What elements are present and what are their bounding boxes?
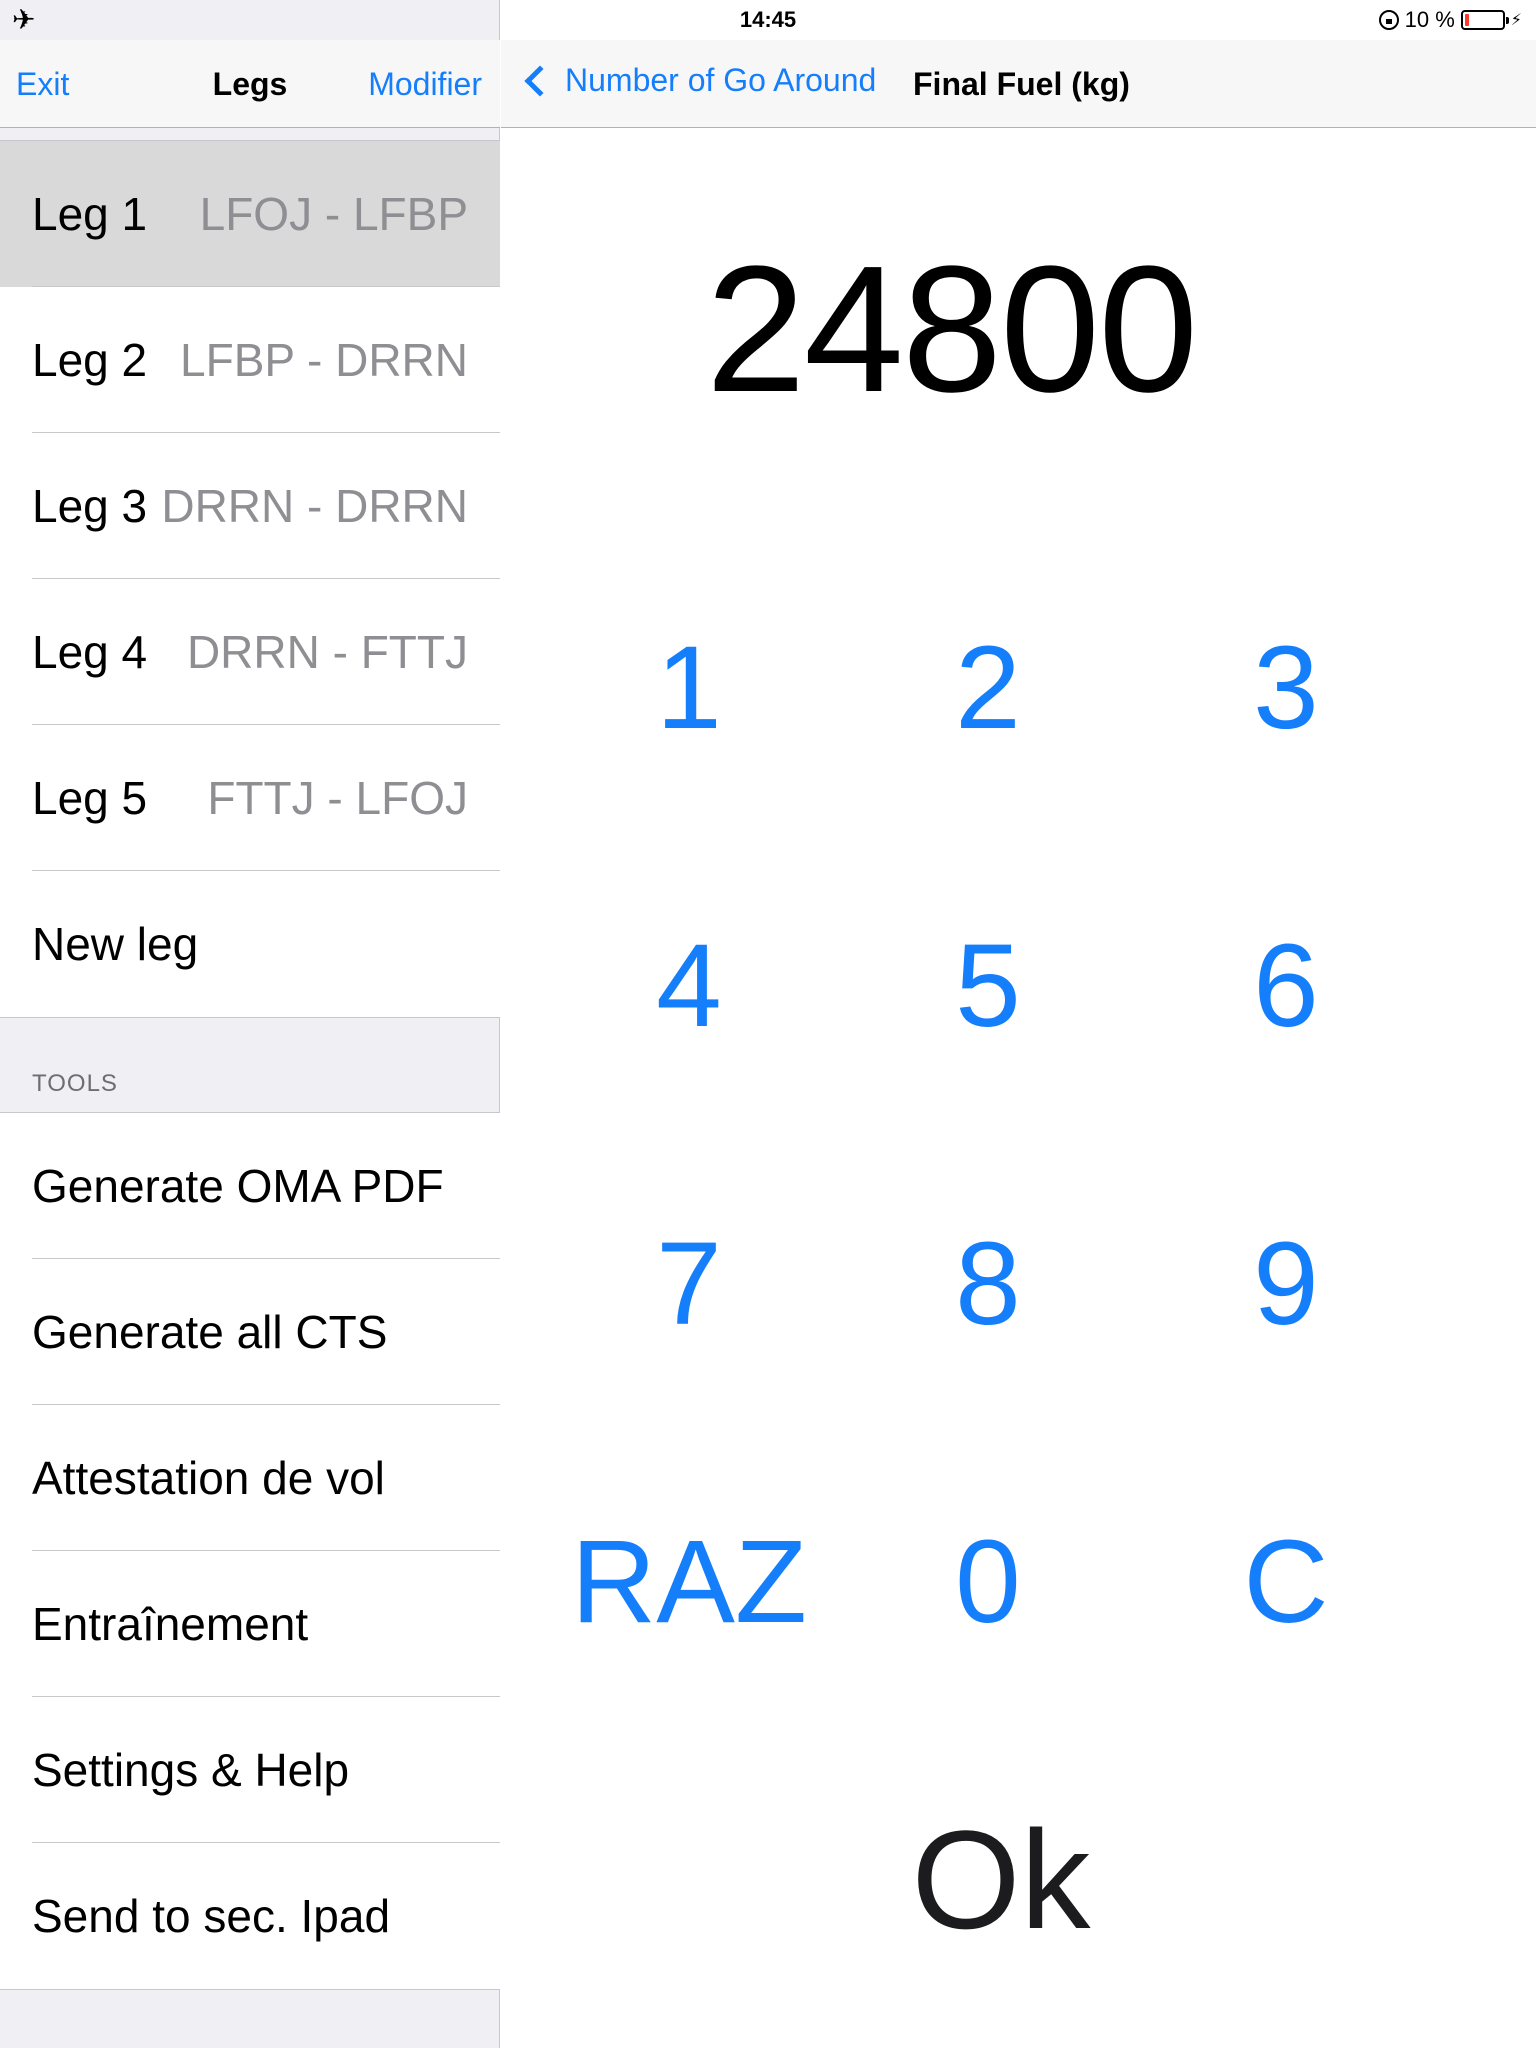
legs-list: Leg 1 LFOJ - LFBP Leg 2 LFBP - DRRN Leg … xyxy=(0,140,500,1018)
charging-bolt-icon: ⚡ xyxy=(1510,12,1522,29)
tool-label: Generate OMA PDF xyxy=(32,1160,444,1212)
raz-key[interactable]: RAZ xyxy=(559,1502,819,1662)
tool-generate-oma-pdf[interactable]: Generate OMA PDF xyxy=(0,1113,500,1259)
key-2[interactable]: 2 xyxy=(858,608,1118,768)
tool-label: Entraînement xyxy=(32,1598,309,1650)
status-right: 10 % ⚡ xyxy=(1378,7,1522,33)
tool-send-to-sec-ipad[interactable]: Send to sec. Ipad xyxy=(0,1843,500,1989)
leg-row-3[interactable]: Leg 3 DRRN - DRRN xyxy=(0,433,500,579)
tool-label: Settings & Help xyxy=(32,1744,350,1796)
leg-label: Leg 3 xyxy=(32,480,148,532)
leg-route: FTTJ - LFOJ xyxy=(207,772,468,824)
chevron-left-icon xyxy=(524,64,556,97)
tool-generate-all-cts[interactable]: Generate all CTS xyxy=(0,1259,500,1405)
key-9[interactable]: 9 xyxy=(1156,1204,1416,1364)
rotation-lock-icon xyxy=(1378,10,1399,30)
tool-label: Send to sec. Ipad xyxy=(32,1890,391,1942)
tool-attestation-de-vol[interactable]: Attestation de vol xyxy=(0,1405,500,1551)
new-leg-label: New leg xyxy=(32,918,199,970)
leg-row-5[interactable]: Leg 5 FTTJ - LFOJ xyxy=(0,725,500,871)
tools-list: Generate OMA PDF Generate all CTS Attest… xyxy=(0,1112,500,1990)
leg-route: DRRN - DRRN xyxy=(161,480,468,532)
detail-nav-bar: Number of Go Around Final Fuel (kg) xyxy=(501,40,1536,128)
key-3[interactable]: 3 xyxy=(1156,608,1416,768)
app-screen: Exit Legs Modifier Leg 1 LFOJ - LFBP Leg… xyxy=(0,0,1536,2048)
key-5[interactable]: 5 xyxy=(858,906,1118,1066)
detail-panel: Number of Go Around Final Fuel (kg) 2480… xyxy=(501,0,1536,2048)
value-display: 24800 xyxy=(705,229,1199,430)
detail-title: Final Fuel (kg) xyxy=(913,66,1130,102)
leg-label: Leg 4 xyxy=(32,626,148,678)
back-label: Number of Go Around xyxy=(565,62,877,98)
tools-section-header: TOOLS xyxy=(32,1070,118,1097)
tool-label: Generate all CTS xyxy=(32,1306,388,1358)
leg-label: Leg 1 xyxy=(32,188,148,240)
master-nav-bar: Exit Legs Modifier xyxy=(0,40,500,128)
battery-percentage: 10 % xyxy=(1404,7,1455,32)
battery-fill xyxy=(1464,14,1469,26)
leg-route: DRRN - FTTJ xyxy=(186,626,468,678)
key-4[interactable]: 4 xyxy=(559,906,819,1066)
leg-label: Leg 5 xyxy=(32,772,148,824)
leg-label: Leg 2 xyxy=(32,334,148,386)
leg-route: LFBP - DRRN xyxy=(180,334,468,386)
key-8[interactable]: 8 xyxy=(858,1204,1118,1364)
tool-label: Attestation de vol xyxy=(32,1452,385,1504)
key-0[interactable]: 0 xyxy=(858,1502,1118,1662)
ok-button[interactable]: Ok xyxy=(871,1780,1131,1980)
new-leg-row[interactable]: New leg xyxy=(0,871,500,1017)
leg-row-2[interactable]: Leg 2 LFBP - DRRN xyxy=(0,287,500,433)
key-7[interactable]: 7 xyxy=(559,1204,819,1364)
master-panel: Exit Legs Modifier Leg 1 LFOJ - LFBP Leg… xyxy=(0,0,500,2048)
tool-settings-help[interactable]: Settings & Help xyxy=(0,1697,500,1843)
status-bar: ✈ 14:45 10 % ⚡ xyxy=(0,0,1536,40)
modifier-button[interactable]: Modifier xyxy=(368,66,482,103)
key-6[interactable]: 6 xyxy=(1156,906,1416,1066)
clear-key[interactable]: C xyxy=(1156,1502,1416,1662)
battery-icon xyxy=(1460,10,1509,30)
key-1[interactable]: 1 xyxy=(559,608,819,768)
tool-entrainement[interactable]: Entraînement xyxy=(0,1551,500,1697)
leg-route: LFOJ - LFBP xyxy=(199,188,468,240)
leg-row-1[interactable]: Leg 1 LFOJ - LFBP xyxy=(0,141,500,287)
leg-row-4[interactable]: Leg 4 DRRN - FTTJ xyxy=(0,579,500,725)
back-button[interactable]: Number of Go Around xyxy=(521,62,876,99)
status-time: 14:45 xyxy=(739,7,797,32)
